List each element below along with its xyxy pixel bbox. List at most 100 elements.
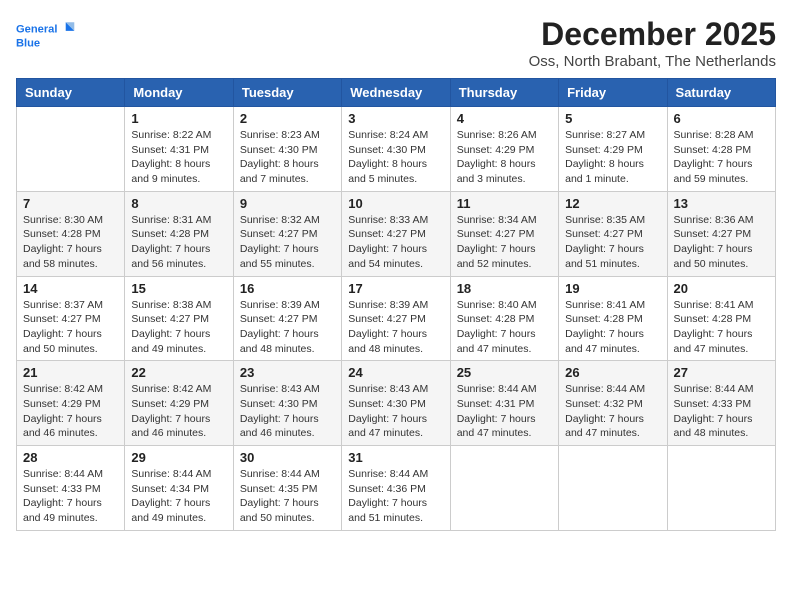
day-of-week-header: Thursday bbox=[450, 79, 558, 107]
calendar-week-row: 7 Sunrise: 8:30 AM Sunset: 4:28 PM Daylig… bbox=[17, 191, 776, 276]
month-title: December 2025 bbox=[529, 16, 776, 53]
calendar-day-cell: 25Sunrise: 8:44 AM Sunset: 4:31 PM Dayli… bbox=[450, 361, 558, 446]
calendar-day-cell: 29 Sunrise: 8:44 AM Sunset: 4:34 PM Dayli… bbox=[125, 446, 233, 531]
calendar-day-cell: 4 Sunrise: 8:26 AM Sunset: 4:29 PM Daylig… bbox=[450, 107, 558, 192]
day-of-week-header: Sunday bbox=[17, 79, 125, 107]
day-number: 29 bbox=[131, 450, 226, 465]
day-number: 12 bbox=[565, 196, 660, 211]
calendar-week-row: 14Sunrise: 8:37 AM Sunset: 4:27 PM Dayli… bbox=[17, 276, 776, 361]
calendar-day-cell: 11 Sunrise: 8:34 AM Sunset: 4:27 PM Dayli… bbox=[450, 191, 558, 276]
calendar-header-row: SundayMondayTuesdayWednesdayThursdayFrid… bbox=[17, 79, 776, 107]
logo: General Blue bbox=[16, 16, 76, 56]
calendar-day-cell: 21 Sunrise: 8:42 AM Sunset: 4:29 PM Dayli… bbox=[17, 361, 125, 446]
day-info: Sunrise: 8:24 AM Sunset: 4:30 PM Dayligh… bbox=[348, 128, 443, 187]
calendar-day-cell: 18 Sunrise: 8:40 AM Sunset: 4:28 PM Dayli… bbox=[450, 276, 558, 361]
day-info: Sunrise: 8:40 AM Sunset: 4:28 PM Dayligh… bbox=[457, 298, 552, 357]
calendar-day-cell: 16 Sunrise: 8:39 AM Sunset: 4:27 PM Dayli… bbox=[233, 276, 341, 361]
calendar-day-cell: 28 Sunrise: 8:44 AM Sunset: 4:33 PM Dayli… bbox=[17, 446, 125, 531]
day-info: Sunrise: 8:41 AM Sunset: 4:28 PM Dayligh… bbox=[674, 298, 769, 357]
day-number: 1 bbox=[131, 111, 226, 126]
day-info: Sunrise: 8:43 AM Sunset: 4:30 PM Dayligh… bbox=[348, 382, 443, 441]
calendar-week-row: 1Sunrise: 8:22 AM Sunset: 4:31 PM Daylig… bbox=[17, 107, 776, 192]
day-info: Sunrise: 8:34 AM Sunset: 4:27 PM Dayligh… bbox=[457, 213, 552, 272]
day-number: 7 bbox=[23, 196, 118, 211]
day-of-week-header: Monday bbox=[125, 79, 233, 107]
day-info: Sunrise: 8:44 AM Sunset: 4:34 PM Dayligh… bbox=[131, 467, 226, 526]
day-number: 18 bbox=[457, 281, 552, 296]
day-number: 23 bbox=[240, 365, 335, 380]
day-info: Sunrise: 8:42 AM Sunset: 4:29 PM Dayligh… bbox=[23, 382, 118, 441]
calendar-day-cell: 24Sunrise: 8:43 AM Sunset: 4:30 PM Dayli… bbox=[342, 361, 450, 446]
day-number: 13 bbox=[674, 196, 769, 211]
day-info: Sunrise: 8:28 AM Sunset: 4:28 PM Dayligh… bbox=[674, 128, 769, 187]
calendar-day-cell: 22Sunrise: 8:42 AM Sunset: 4:29 PM Dayli… bbox=[125, 361, 233, 446]
day-of-week-header: Friday bbox=[559, 79, 667, 107]
day-info: Sunrise: 8:43 AM Sunset: 4:30 PM Dayligh… bbox=[240, 382, 335, 441]
calendar-day-cell: 19 Sunrise: 8:41 AM Sunset: 4:28 PM Dayli… bbox=[559, 276, 667, 361]
day-number: 2 bbox=[240, 111, 335, 126]
day-number: 16 bbox=[240, 281, 335, 296]
calendar-day-cell: 15 Sunrise: 8:38 AM Sunset: 4:27 PM Dayli… bbox=[125, 276, 233, 361]
day-of-week-header: Saturday bbox=[667, 79, 775, 107]
calendar-day-cell: 10Sunrise: 8:33 AM Sunset: 4:27 PM Dayli… bbox=[342, 191, 450, 276]
day-info: Sunrise: 8:31 AM Sunset: 4:28 PM Dayligh… bbox=[131, 213, 226, 272]
day-number: 21 bbox=[23, 365, 118, 380]
calendar-day-cell: 6 Sunrise: 8:28 AM Sunset: 4:28 PM Daylig… bbox=[667, 107, 775, 192]
day-number: 14 bbox=[23, 281, 118, 296]
calendar-day-cell: 12 Sunrise: 8:35 AM Sunset: 4:27 PM Dayli… bbox=[559, 191, 667, 276]
day-of-week-header: Tuesday bbox=[233, 79, 341, 107]
calendar-day-cell bbox=[17, 107, 125, 192]
calendar-day-cell: 14Sunrise: 8:37 AM Sunset: 4:27 PM Dayli… bbox=[17, 276, 125, 361]
calendar-day-cell: 9Sunrise: 8:32 AM Sunset: 4:27 PM Daylig… bbox=[233, 191, 341, 276]
day-info: Sunrise: 8:44 AM Sunset: 4:33 PM Dayligh… bbox=[674, 382, 769, 441]
calendar-day-cell: 17 Sunrise: 8:39 AM Sunset: 4:27 PM Dayli… bbox=[342, 276, 450, 361]
day-info: Sunrise: 8:33 AM Sunset: 4:27 PM Dayligh… bbox=[348, 213, 443, 272]
day-number: 4 bbox=[457, 111, 552, 126]
day-info: Sunrise: 8:36 AM Sunset: 4:27 PM Dayligh… bbox=[674, 213, 769, 272]
calendar-day-cell: 27Sunrise: 8:44 AM Sunset: 4:33 PM Dayli… bbox=[667, 361, 775, 446]
calendar-day-cell: 5 Sunrise: 8:27 AM Sunset: 4:29 PM Daylig… bbox=[559, 107, 667, 192]
calendar-day-cell bbox=[667, 446, 775, 531]
day-info: Sunrise: 8:42 AM Sunset: 4:29 PM Dayligh… bbox=[131, 382, 226, 441]
day-info: Sunrise: 8:39 AM Sunset: 4:27 PM Dayligh… bbox=[240, 298, 335, 357]
day-number: 17 bbox=[348, 281, 443, 296]
calendar-day-cell: 3 Sunrise: 8:24 AM Sunset: 4:30 PM Daylig… bbox=[342, 107, 450, 192]
day-number: 11 bbox=[457, 196, 552, 211]
calendar-day-cell: 23 Sunrise: 8:43 AM Sunset: 4:30 PM Dayli… bbox=[233, 361, 341, 446]
day-info: Sunrise: 8:30 AM Sunset: 4:28 PM Dayligh… bbox=[23, 213, 118, 272]
day-info: Sunrise: 8:44 AM Sunset: 4:33 PM Dayligh… bbox=[23, 467, 118, 526]
day-number: 30 bbox=[240, 450, 335, 465]
day-number: 15 bbox=[131, 281, 226, 296]
calendar-day-cell: 2 Sunrise: 8:23 AM Sunset: 4:30 PM Daylig… bbox=[233, 107, 341, 192]
logo-svg: General Blue bbox=[16, 16, 76, 56]
day-info: Sunrise: 8:44 AM Sunset: 4:35 PM Dayligh… bbox=[240, 467, 335, 526]
day-number: 5 bbox=[565, 111, 660, 126]
day-number: 8 bbox=[131, 196, 226, 211]
calendar-table: SundayMondayTuesdayWednesdayThursdayFrid… bbox=[16, 78, 776, 531]
day-info: Sunrise: 8:23 AM Sunset: 4:30 PM Dayligh… bbox=[240, 128, 335, 187]
calendar-week-row: 21 Sunrise: 8:42 AM Sunset: 4:29 PM Dayli… bbox=[17, 361, 776, 446]
day-info: Sunrise: 8:35 AM Sunset: 4:27 PM Dayligh… bbox=[565, 213, 660, 272]
day-info: Sunrise: 8:38 AM Sunset: 4:27 PM Dayligh… bbox=[131, 298, 226, 357]
day-info: Sunrise: 8:44 AM Sunset: 4:31 PM Dayligh… bbox=[457, 382, 552, 441]
day-info: Sunrise: 8:41 AM Sunset: 4:28 PM Dayligh… bbox=[565, 298, 660, 357]
calendar-day-cell: 31 Sunrise: 8:44 AM Sunset: 4:36 PM Dayli… bbox=[342, 446, 450, 531]
calendar-day-cell: 7 Sunrise: 8:30 AM Sunset: 4:28 PM Daylig… bbox=[17, 191, 125, 276]
svg-text:Blue: Blue bbox=[16, 37, 40, 49]
day-number: 19 bbox=[565, 281, 660, 296]
day-number: 3 bbox=[348, 111, 443, 126]
day-number: 31 bbox=[348, 450, 443, 465]
day-info: Sunrise: 8:27 AM Sunset: 4:29 PM Dayligh… bbox=[565, 128, 660, 187]
day-info: Sunrise: 8:44 AM Sunset: 4:36 PM Dayligh… bbox=[348, 467, 443, 526]
calendar-week-row: 28 Sunrise: 8:44 AM Sunset: 4:33 PM Dayli… bbox=[17, 446, 776, 531]
calendar-day-cell: 1Sunrise: 8:22 AM Sunset: 4:31 PM Daylig… bbox=[125, 107, 233, 192]
day-info: Sunrise: 8:32 AM Sunset: 4:27 PM Dayligh… bbox=[240, 213, 335, 272]
calendar-day-cell: 26Sunrise: 8:44 AM Sunset: 4:32 PM Dayli… bbox=[559, 361, 667, 446]
day-info: Sunrise: 8:26 AM Sunset: 4:29 PM Dayligh… bbox=[457, 128, 552, 187]
page-header: General Blue December 2025 Oss, North Br… bbox=[16, 16, 776, 70]
day-number: 28 bbox=[23, 450, 118, 465]
day-number: 6 bbox=[674, 111, 769, 126]
location-subtitle: Oss, North Brabant, The Netherlands bbox=[529, 53, 776, 70]
day-info: Sunrise: 8:39 AM Sunset: 4:27 PM Dayligh… bbox=[348, 298, 443, 357]
day-number: 20 bbox=[674, 281, 769, 296]
